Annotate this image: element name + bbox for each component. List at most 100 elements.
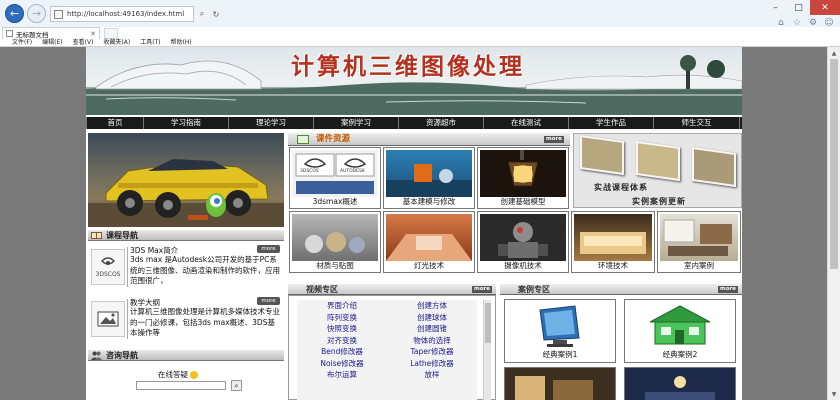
course-card-3dsmax[interactable]: 3DSCOS 3DS Max简介 more 3ds max 是Autodesk公… [88,243,284,291]
video-link[interactable]: 界面介绍 [297,300,387,312]
car-image [88,133,284,227]
main-nav: 首页 学习指南 理论学习 案例学习 资源超市 在线测试 学生作品 师生交互 [86,117,742,129]
resource-item-basic-modeling[interactable]: 基本建模与修改 [383,147,475,209]
video-header: 视频专区 more [288,284,496,295]
video-link[interactable]: Lathe修改器 [387,358,477,370]
case-label: 经典案例2 [662,350,698,359]
video-scrollbar[interactable] [483,300,491,400]
resource-item-camera[interactable]: 摄像机技术 [477,211,569,273]
nav-study-guide[interactable]: 学习指南 [144,117,229,129]
resource-item-interior[interactable]: 室内案例 [657,211,741,273]
gear-icon[interactable]: ⚙ [808,18,818,28]
browser-tool-icons: ⌂ ☆ ⚙ ☺ [776,18,834,28]
course-description: 3ds max 是Autodesk公司开发的基于PC系统的三维图像、动画渲染和制… [130,255,280,285]
video-title: 视频专区 [306,285,338,294]
video-link[interactable]: 快照变换 [297,323,387,335]
nav-resources[interactable]: 资源超市 [399,117,484,129]
lantern-image [480,150,566,197]
nav-interaction[interactable]: 师生交互 [654,117,740,129]
nav-cases[interactable]: 案例学习 [314,117,399,129]
address-bar[interactable]: http://localhost:49163/index.html [50,6,194,22]
case-item-4[interactable] [624,367,736,400]
nav-home[interactable]: 首页 [86,117,144,129]
qa-search-input[interactable] [136,381,226,390]
menu-file[interactable]: 文件(F) [12,39,32,47]
promo-banner[interactable]: 实战课程体系 实例案例更新 [573,133,742,208]
online-qa-label: 在线答疑 [158,369,198,380]
menu-edit[interactable]: 编辑(E) [42,39,62,47]
nav-student-works[interactable]: 学生作品 [569,117,654,129]
environment-image [574,214,652,261]
case-item-2[interactable]: 经典案例2 [624,299,736,363]
browser-chrome: ← → http://localhost:49163/index.html ⌕ … [0,0,840,47]
window-close-icon[interactable]: ✕ [810,0,840,15]
3dsmax-logo-image: 3DSCOS AUTODESK [292,150,378,197]
home-icon[interactable]: ⌂ [776,18,786,28]
scroll-down-icon[interactable]: ▼ [828,388,840,400]
minimize-icon[interactable]: – [764,0,787,15]
scroll-up-icon[interactable]: ▲ [828,47,840,59]
case-header: 案例专区 more [500,284,742,295]
left-column: 课程导航 3DSCOS 3DS Max简介 more 3ds max 是Auto… [86,133,286,400]
arrow-right-icon: → [31,7,42,20]
video-more-link[interactable]: more [472,286,492,293]
resource-item-basic-model[interactable]: 创建基础模型 [477,147,569,209]
video-link[interactable]: Noise修改器 [297,358,387,370]
menu-favorites[interactable]: 收藏夹(A) [103,39,130,47]
refresh-icon[interactable]: ↻ [210,6,222,22]
case-item-3[interactable] [504,367,616,400]
course-card-syllabus[interactable]: 教学大纲 more 计算机三维图像处理是计算机多媒体技术专业的一门必修课，包括3… [88,295,284,343]
resource-label: 基本建模与修改 [402,197,456,206]
more-button[interactable]: more [257,297,280,305]
scroll-thumb[interactable] [830,59,838,269]
address-url[interactable]: http://localhost:49163/index.html [67,10,184,18]
3dsmax-logo-text: 3DSCOS [95,270,121,278]
robot-image [480,214,566,261]
resource-title: 课件资源 [316,134,351,144]
video-link[interactable]: 布尔运算 [297,369,387,381]
logo-text-autodesk: AUTODESK [340,169,365,174]
resource-item-overview[interactable]: 3DSCOS AUTODESK 3dsmax概述 [289,147,381,209]
video-link[interactable]: Bend修改器 [297,346,387,358]
video-link[interactable]: 物体的选择 [387,335,477,347]
video-list: 界面介绍 创建方体 阵列变换 创建球体 快照变换 创建圆锥 对齐变换 物体的选择 Ben… [297,300,477,400]
video-link[interactable]: 创建方体 [387,300,477,312]
video-link[interactable]: 创建球体 [387,312,477,324]
menu-tools[interactable]: 工具(T) [140,39,160,47]
vertical-scrollbar[interactable]: ▲ ▼ [827,47,840,400]
case-item-1[interactable]: 经典案例1 [504,299,616,363]
nav-online-test[interactable]: 在线测试 [484,117,569,129]
star-icon[interactable]: ☆ [792,18,802,28]
nav-theory[interactable]: 理论学习 [229,117,314,129]
forward-button[interactable]: → [27,4,46,23]
video-row: 快照变换 创建圆锥 [297,323,477,335]
video-link[interactable]: 放样 [387,369,477,381]
smiley-icon[interactable]: ☺ [824,18,834,28]
video-link[interactable]: Taper修改器 [387,346,477,358]
picture-icon [91,301,125,337]
resource-item-environment[interactable]: 环境技术 [571,211,655,273]
search-icon[interactable]: ⌕ [196,6,208,22]
maximize-icon[interactable]: □ [787,0,810,15]
video-link[interactable]: 对齐变换 [297,335,387,347]
resource-item-lighting[interactable]: 灯光技术 [383,211,475,273]
back-button[interactable]: ← [5,4,24,23]
resource-more-link[interactable]: more [544,136,564,143]
resource-item-material[interactable]: 材质与贴图 [289,211,381,273]
video-panel: 界面介绍 创建方体 阵列变换 创建球体 快照变换 创建圆锥 对齐变换 物体的选择 Ben… [288,295,496,400]
close-tab-icon[interactable]: ✕ [90,30,96,38]
video-link[interactable]: 创建圆锥 [387,323,477,335]
menu-view[interactable]: 查看(V) [73,39,94,47]
course-nav-title: 课程导航 [106,231,138,240]
consult-nav-title: 咨询导航 [106,351,138,360]
menu-help[interactable]: 帮助(H) [171,39,192,47]
more-button[interactable]: more [257,245,280,253]
course-description: 计算机三维图像处理是计算机多媒体技术专业的一门必修课，包括3ds max概述、3… [130,307,280,337]
case-more-link[interactable]: more [718,286,738,293]
new-tab-button[interactable] [104,28,118,39]
video-scroll-thumb[interactable] [485,303,491,343]
video-link[interactable]: 阵列变换 [297,312,387,324]
browser-tab[interactable]: 无标题文档 ✕ [2,27,100,39]
qa-search-button[interactable]: ⌕ [231,380,242,391]
tab-title: 无标题文档 [16,30,49,39]
